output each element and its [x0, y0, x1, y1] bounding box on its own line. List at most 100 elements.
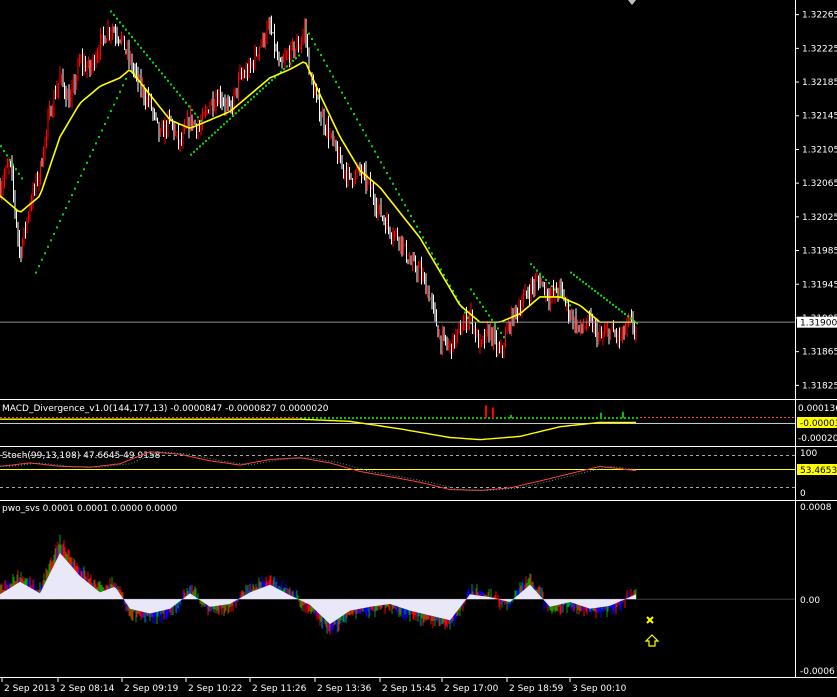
- sar-dot: [92, 148, 94, 151]
- macd-hist-bar: [496, 417, 498, 420]
- sar-dot: [308, 32, 310, 35]
- sar-dot: [542, 275, 544, 278]
- sar-dot: [53, 232, 55, 235]
- macd-hist-bar: [396, 417, 398, 420]
- macd-hist-bar: [560, 417, 562, 420]
- macd-hist-bar: [372, 417, 374, 420]
- sar-dot: [329, 70, 331, 73]
- sar-dot: [199, 145, 201, 148]
- time-tick-label: 2 Sep 11:26: [252, 684, 307, 694]
- macd-hist-bar: [392, 417, 394, 420]
- macd-hist-bar: [500, 417, 502, 420]
- sar-dot: [194, 112, 196, 115]
- sar-dot: [229, 117, 231, 120]
- time-tick-label: 2 Sep 08:14: [60, 684, 115, 694]
- sar-dot: [113, 103, 115, 106]
- macd-hist-bar: [336, 417, 338, 420]
- sar-dot: [470, 288, 472, 291]
- macd-hist-bar: [544, 417, 546, 420]
- sar-dot: [503, 336, 505, 339]
- sar-dot: [551, 285, 553, 288]
- sar-dot: [323, 59, 325, 62]
- macd-hist-bar: [316, 417, 318, 420]
- sar-dot: [9, 159, 11, 162]
- sar-dot: [185, 101, 187, 104]
- sar-dot: [176, 90, 178, 93]
- sar-dot: [383, 166, 385, 169]
- macd-hist-bar: [636, 417, 638, 420]
- sar-dot: [554, 288, 556, 291]
- sar-dot: [170, 83, 172, 86]
- macd-hist-bar: [424, 417, 426, 420]
- sar-dot: [570, 271, 572, 274]
- macd-hist-bar: [444, 417, 446, 420]
- sar-dot: [606, 299, 608, 302]
- sar-dot: [125, 28, 127, 31]
- macd-current-label: -0.000030: [800, 419, 837, 429]
- sar-dot: [131, 35, 133, 38]
- macd-hist-bar: [504, 417, 506, 420]
- sar-dot: [44, 252, 46, 255]
- sar-dot: [320, 54, 322, 57]
- sar-dot: [431, 252, 433, 255]
- macd-hist-bar: [448, 417, 450, 420]
- sar-dot: [152, 61, 154, 64]
- macd-hist-bar: [616, 417, 618, 420]
- sar-dot: [119, 21, 121, 24]
- sar-dot: [573, 273, 575, 276]
- sar-dot: [335, 80, 337, 83]
- sar-dot: [579, 278, 581, 281]
- sar-dot: [50, 239, 52, 242]
- sar-dot: [437, 263, 439, 266]
- sar-dot: [110, 10, 112, 13]
- sar-dot: [173, 87, 175, 90]
- macd-hist-bar: [452, 417, 454, 420]
- macd-tick-bottom: -0.000203: [798, 434, 837, 444]
- macd-hist-bar: [348, 417, 350, 420]
- sar-dot: [161, 72, 163, 75]
- sar-dot: [326, 64, 328, 67]
- sar-dot: [197, 116, 199, 119]
- price-tick-label: 1.31865: [802, 348, 837, 358]
- macd-hist-bar: [620, 417, 622, 420]
- sar-dot: [167, 79, 169, 82]
- sar-dot: [256, 92, 258, 95]
- macd-hist-bar: [508, 417, 510, 420]
- sar-dot: [244, 104, 246, 107]
- sar-dot: [597, 292, 599, 295]
- sar-dot: [80, 174, 82, 177]
- sar-dot: [374, 150, 376, 153]
- current-price-label: 1.31900: [800, 319, 837, 329]
- sar-dot: [332, 75, 334, 78]
- sar-dot: [612, 303, 614, 306]
- macd-hist-bar: [548, 417, 550, 420]
- sar-dot: [41, 258, 43, 261]
- sar-dot: [298, 54, 300, 57]
- macd-hist-bar: [580, 417, 582, 420]
- macd-hist-bar: [308, 417, 310, 420]
- sar-dot: [539, 272, 541, 275]
- macd-hist-bar: [456, 417, 458, 420]
- sar-dot: [65, 207, 67, 210]
- sar-dot: [18, 172, 20, 175]
- sar-dot: [410, 214, 412, 217]
- sar-dot: [83, 168, 85, 171]
- sar-dot: [140, 46, 142, 49]
- sar-dot: [235, 112, 237, 115]
- sar-dot: [232, 115, 234, 118]
- macd-hist-bar: [384, 417, 386, 420]
- sar-dot: [386, 172, 388, 175]
- trading-chart[interactable]: 1.32265 1.32225 1.32185 1.32145 1.32105 1.320…: [0, 0, 837, 697]
- macd-hist-bar: [608, 417, 610, 420]
- pwo-tick-bottom: -0.0006: [800, 667, 835, 677]
- sar-dot: [618, 308, 620, 311]
- sar-dot: [347, 102, 349, 105]
- sar-dot: [344, 96, 346, 99]
- sar-dot: [200, 119, 202, 122]
- sar-dot: [116, 97, 118, 100]
- sar-dot: [47, 245, 49, 248]
- sar-dot: [356, 118, 358, 121]
- sar-dot: [305, 27, 307, 30]
- sar-dot: [193, 150, 195, 153]
- sar-dot: [259, 90, 261, 93]
